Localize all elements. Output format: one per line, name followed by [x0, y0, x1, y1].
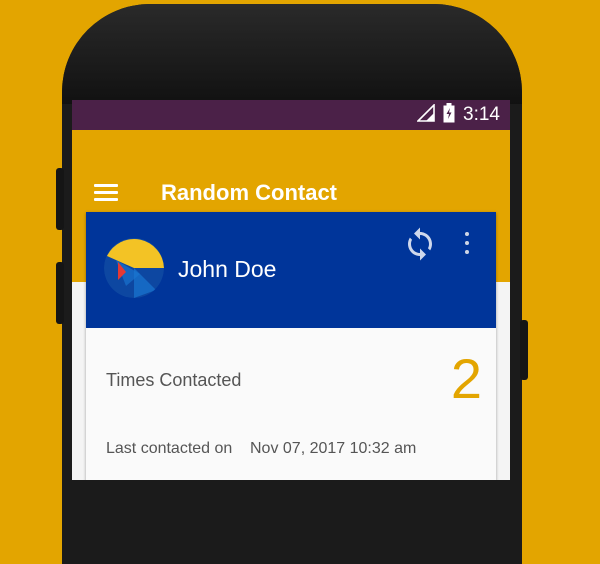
times-contacted-label: Times Contacted	[106, 370, 242, 390]
refresh-icon[interactable]	[402, 226, 438, 262]
phone-side-button-right	[520, 320, 528, 380]
last-contacted-value: Nov 07, 2017 10:32 am	[250, 440, 417, 457]
times-contacted-value: 2	[450, 347, 482, 410]
status-bar: 3:14	[72, 100, 510, 130]
signal-icon	[416, 102, 435, 127]
contact-name: John Doe	[178, 256, 277, 282]
phone-side-button-left-lower	[56, 262, 64, 324]
contact-card: John Doe Times Contacted 2 Last contacte…	[86, 212, 496, 480]
battery-charging-icon	[443, 102, 455, 128]
phone-bezel-top	[62, 4, 522, 104]
hamburger-menu-icon[interactable]	[94, 184, 120, 202]
more-vert-icon[interactable]	[460, 230, 474, 258]
status-time: 3:14	[463, 104, 500, 125]
app-title: Random Contact	[161, 180, 337, 205]
phone-screen: 3:14 Random Contact John Doe Times Conta…	[72, 100, 510, 480]
contact-avatar	[104, 238, 164, 298]
status-icons: 3:14	[416, 100, 500, 130]
contact-card-header: John Doe	[86, 212, 496, 328]
last-contacted-label: Last contacted on	[106, 440, 233, 457]
phone-side-button-left-upper	[56, 168, 64, 230]
